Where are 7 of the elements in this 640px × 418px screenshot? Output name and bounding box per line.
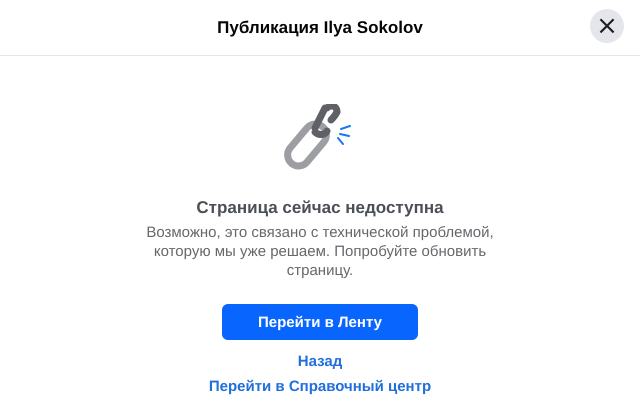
close-button[interactable]: × — [590, 9, 624, 43]
go-to-feed-button[interactable]: Перейти в Ленту — [222, 304, 418, 340]
back-link[interactable]: Назад — [298, 352, 342, 372]
dialog-title: Публикация Ilya Sokolov — [217, 18, 423, 38]
help-center-link[interactable]: Перейти в Справочный центр — [208, 377, 432, 397]
error-message: Возможно, это связано с технической проблемой, которую мы уже решаем. Попробуйте обновить страницу. — [145, 223, 495, 280]
error-heading: Страница сейчас недоступна — [196, 198, 444, 218]
